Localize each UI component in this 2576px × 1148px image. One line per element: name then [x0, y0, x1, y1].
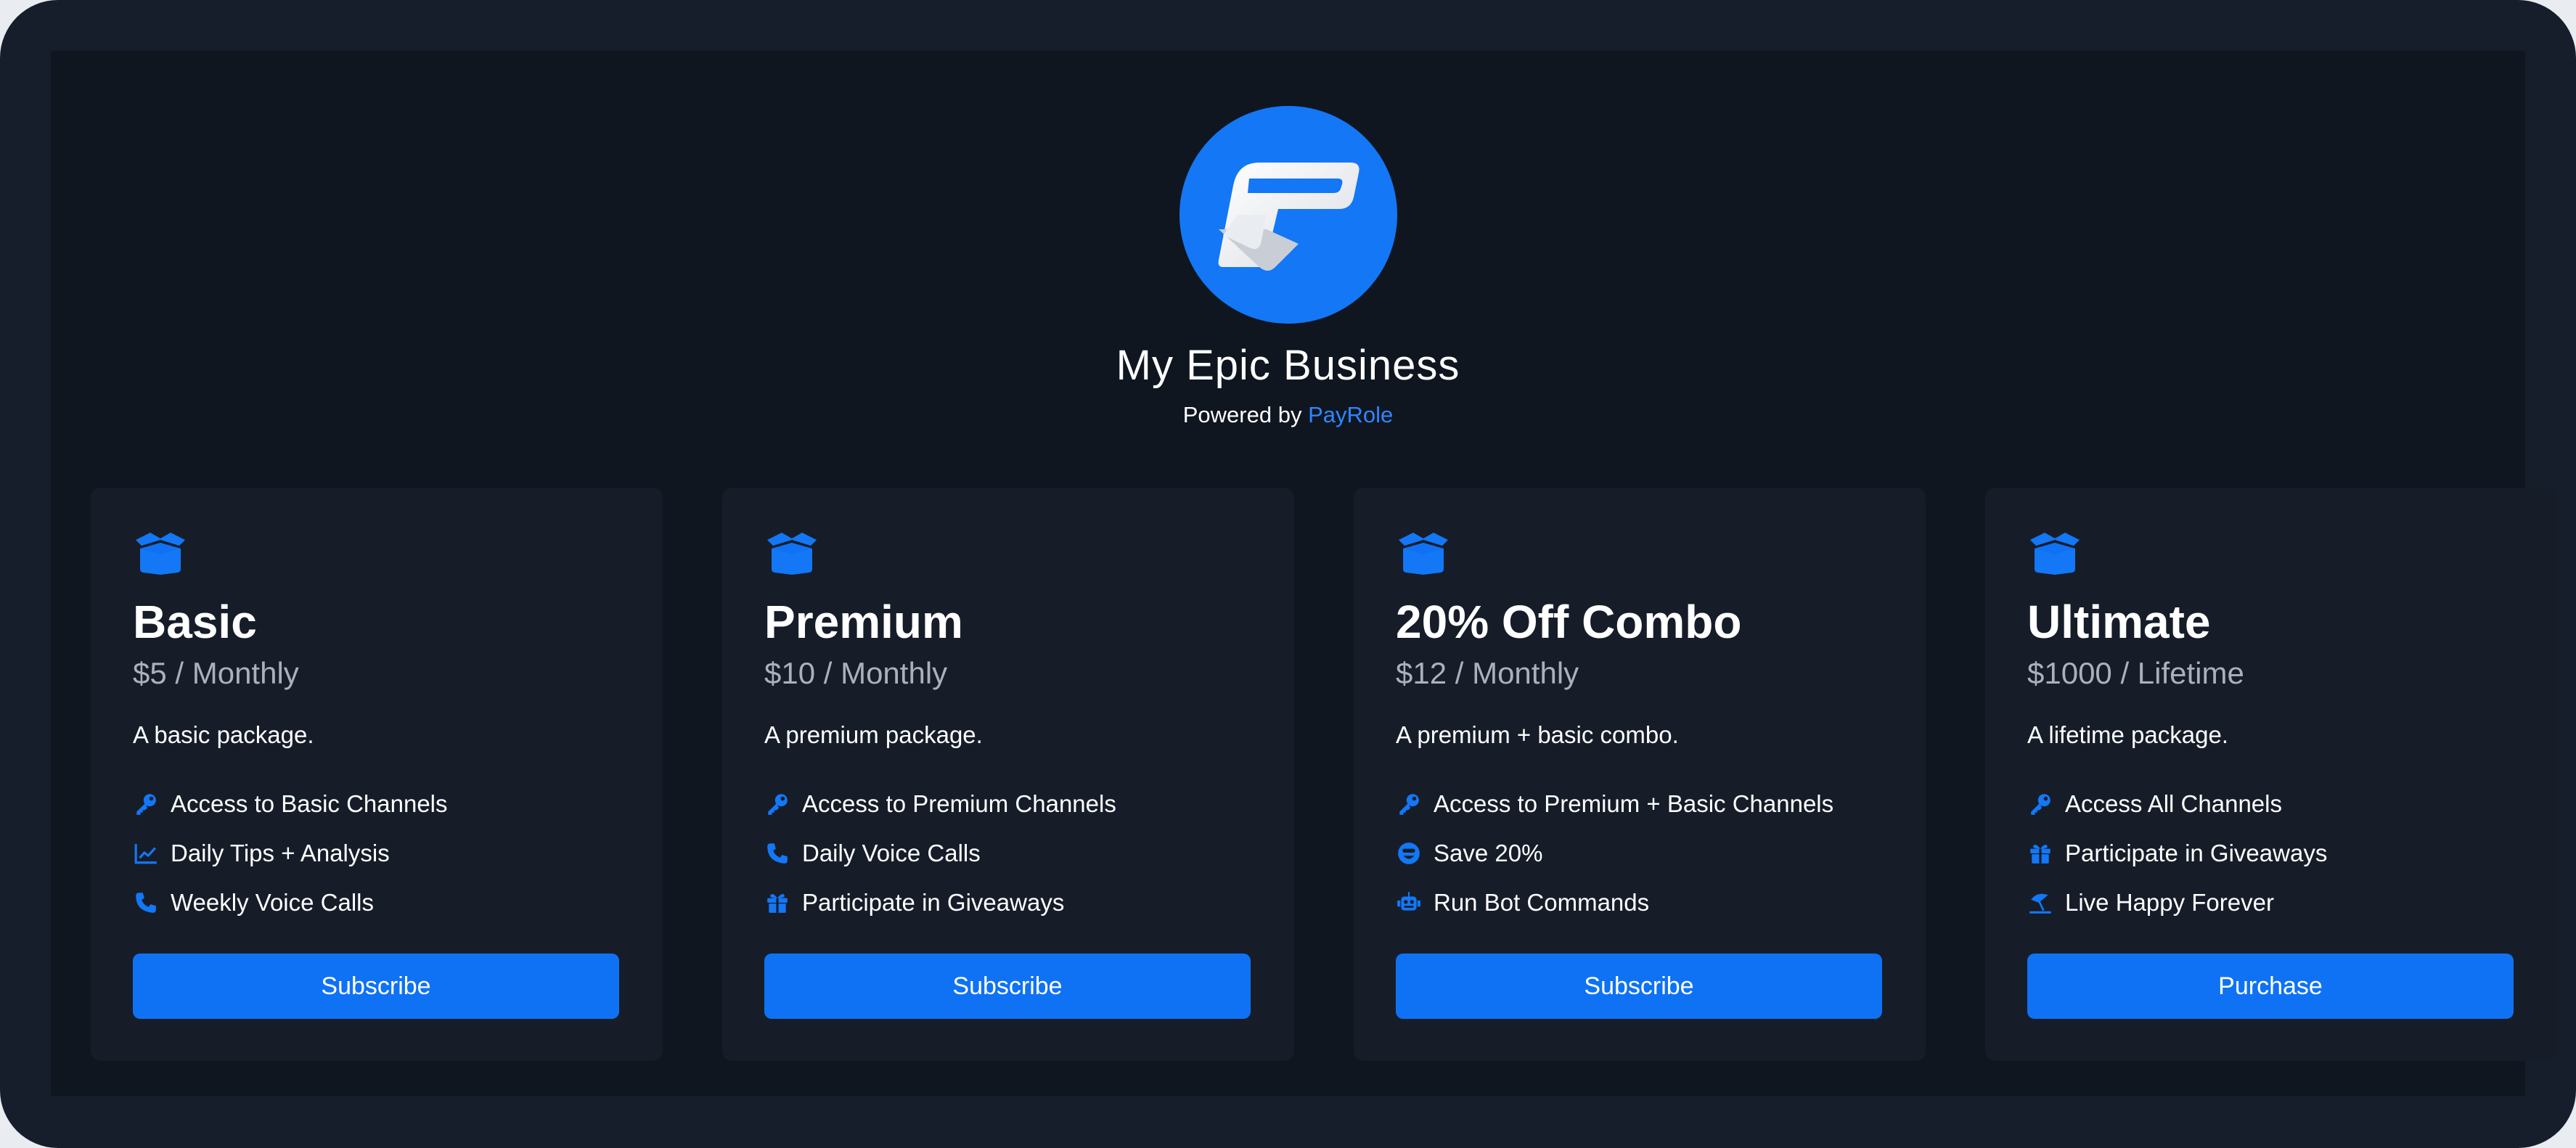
plan-description: A lifetime package. [2027, 721, 2228, 748]
key-icon [2027, 791, 2053, 817]
business-header: My Epic Business Powered by PayRole [51, 51, 2525, 486]
feature-label: Live Happy Forever [2065, 889, 2274, 916]
gift-icon [764, 890, 790, 916]
plan-features: Access to Basic Channels Daily Tips + Ana… [133, 779, 641, 927]
feature-item: Participate in Giveaways [764, 878, 1272, 927]
box-open-icon [136, 533, 185, 575]
plan-card-ultimate: Ultimate $1000 / Lifetime A lifetime pac… [1985, 488, 2557, 1061]
plan-title: Basic [133, 596, 257, 648]
phone-icon [133, 890, 159, 916]
plan-features: Access All Channels Participate in Giveaw… [2027, 779, 2535, 927]
plan-card-basic: Basic $5 / Monthly A basic package. Acce… [91, 488, 663, 1061]
feature-label: Access to Premium Channels [802, 790, 1116, 817]
feature-label: Run Bot Commands [1434, 889, 1650, 916]
feature-item: Save 20% [1396, 829, 1904, 878]
plan-description: A premium package. [764, 721, 983, 748]
umbrella-beach-icon [2027, 890, 2053, 916]
key-icon [764, 791, 790, 817]
key-icon [1396, 791, 1422, 817]
business-name: My Epic Business [1116, 342, 1460, 389]
payrole-link[interactable]: PayRole [1308, 402, 1393, 427]
feature-label: Access to Basic Channels [171, 790, 448, 817]
feature-item: Access All Channels [2027, 779, 2535, 829]
feature-label: Participate in Giveaways [2065, 840, 2328, 866]
feature-label: Access All Channels [2065, 790, 2282, 817]
plan-card-20-off-combo: 20% Off Combo $12 / Monthly A premium + … [1354, 488, 1926, 1061]
feature-label: Access to Premium + Basic Channels [1434, 790, 1834, 817]
plan-title: Ultimate [2027, 596, 2211, 648]
robot-icon [1396, 890, 1422, 916]
chart-line-icon [133, 840, 159, 866]
payrole-logo-icon [1218, 163, 1359, 271]
feature-item: Access to Premium Channels [764, 779, 1272, 829]
feature-item: Daily Voice Calls [764, 829, 1272, 878]
plan-cards: Basic $5 / Monthly A basic package. Acce… [91, 488, 2557, 1061]
gift-icon [2027, 840, 2053, 866]
plan-description: A basic package. [133, 721, 314, 748]
powered-by-prefix: Powered by [1182, 402, 1302, 427]
feature-item: Run Bot Commands [1396, 878, 1904, 927]
box-open-icon [2030, 533, 2080, 575]
feature-label: Participate in Giveaways [802, 889, 1065, 916]
business-logo [1179, 106, 1397, 324]
plan-price: $10 / Monthly [764, 656, 948, 690]
plan-title: 20% Off Combo [1396, 596, 1742, 648]
feature-label: Save 20% [1434, 840, 1543, 866]
plan-description: A premium + basic combo. [1396, 721, 1679, 748]
feature-item: Participate in Giveaways [2027, 829, 2535, 878]
feature-label: Weekly Voice Calls [171, 889, 375, 916]
feature-item: Access to Basic Channels [133, 779, 641, 829]
feature-item: Access to Premium + Basic Channels [1396, 779, 1904, 829]
plan-card-premium: Premium $10 / Monthly A premium package.… [722, 488, 1294, 1061]
smile-icon [1396, 840, 1422, 866]
feature-label: Daily Voice Calls [802, 840, 981, 866]
plan-features: Access to Premium Channels Daily Voice Ca… [764, 779, 1272, 927]
purchase-button[interactable]: Purchase [2027, 954, 2514, 1019]
feature-item: Weekly Voice Calls [133, 878, 641, 927]
subscribe-button[interactable]: Subscribe [1396, 954, 1882, 1019]
plan-price: $12 / Monthly [1396, 656, 1579, 690]
plan-price: $5 / Monthly [133, 656, 299, 690]
feature-item: Live Happy Forever [2027, 878, 2535, 927]
plan-features: Access to Premium + Basic Channels Save 2… [1396, 779, 1904, 927]
plan-price: $1000 / Lifetime [2027, 656, 2244, 690]
page-frame: My Epic Business Powered by PayRole Basi… [0, 0, 2576, 1148]
powered-by-line: Powered by PayRole [51, 402, 2525, 428]
plan-title: Premium [764, 596, 963, 648]
subscribe-button[interactable]: Subscribe [764, 954, 1251, 1019]
phone-icon [764, 840, 790, 866]
feature-item: Daily Tips + Analysis [133, 829, 641, 878]
box-open-icon [767, 533, 817, 575]
page-container: My Epic Business Powered by PayRole Basi… [51, 51, 2557, 1096]
key-icon [133, 791, 159, 817]
feature-label: Daily Tips + Analysis [171, 840, 390, 866]
subscribe-button[interactable]: Subscribe [133, 954, 619, 1019]
box-open-icon [1399, 533, 1448, 575]
